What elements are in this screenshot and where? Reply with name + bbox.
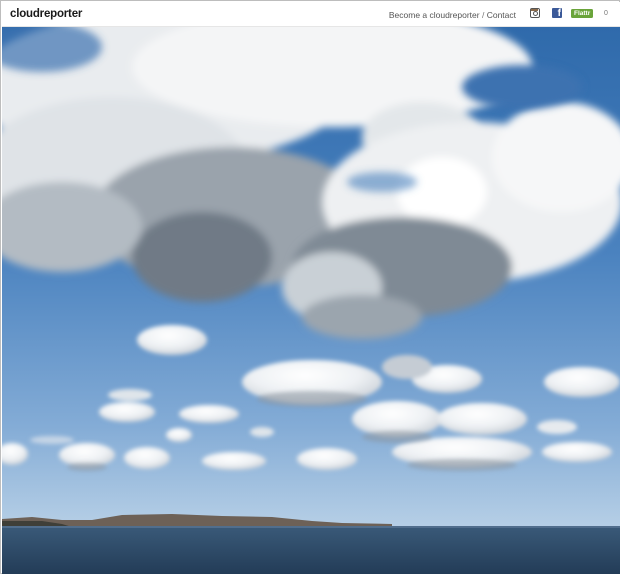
contact-link[interactable]: Contact bbox=[487, 10, 516, 20]
instagram-icon[interactable] bbox=[530, 8, 540, 18]
become-cloudreporter-link[interactable]: Become a cloudreporter bbox=[389, 10, 480, 20]
flattr-label: Flattr bbox=[574, 10, 591, 17]
page-frame: cloudreporter Become a cloudreporter / C… bbox=[0, 0, 620, 574]
top-nav: Become a cloudreporter / Contact bbox=[389, 10, 516, 20]
facebook-glyph: f bbox=[557, 8, 561, 19]
sea bbox=[2, 526, 620, 574]
facebook-icon[interactable]: f bbox=[552, 8, 562, 18]
top-bar: cloudreporter Become a cloudreporter / C… bbox=[2, 2, 620, 27]
cloud-photo bbox=[2, 27, 620, 574]
nav-separator: / bbox=[481, 10, 485, 20]
flattr-count: 0 bbox=[604, 10, 608, 17]
flattr-button[interactable]: Flattr bbox=[571, 9, 593, 18]
site-logo[interactable]: cloudreporter bbox=[10, 8, 82, 20]
